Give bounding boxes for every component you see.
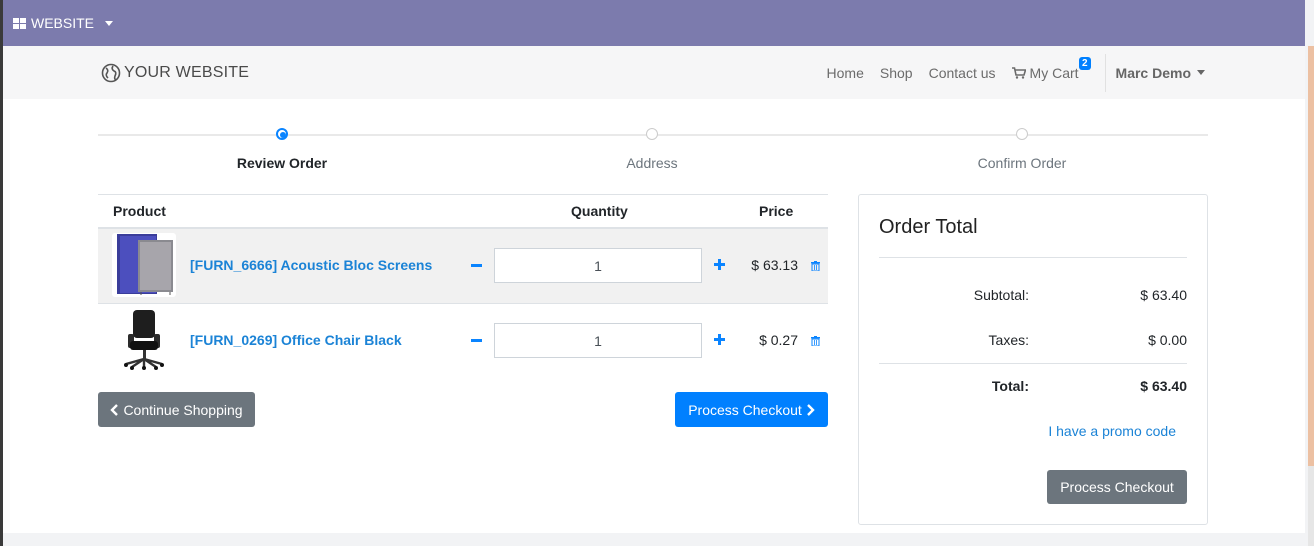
step-address: Address <box>626 155 678 171</box>
nav-contact[interactable]: Contact us <box>929 65 996 81</box>
cart-page: Review Order Address Confirm Order Produ… <box>3 99 1305 533</box>
minus-icon[interactable] <box>471 339 482 342</box>
continue-shopping-label: Continue Shopping <box>123 401 243 418</box>
product-image[interactable] <box>112 233 176 297</box>
table-row: [FURN_6666] Acoustic Bloc Screens $ 63.1… <box>98 229 828 304</box>
site-navbar: YOUR WEBSITE Home Shop Contact us My Car… <box>3 46 1305 100</box>
trash-icon[interactable] <box>811 261 820 271</box>
plus-icon[interactable] <box>714 334 725 345</box>
user-name: Marc Demo <box>1115 64 1191 81</box>
nav-links: Home Shop Contact us My Cart 2 Marc Demo <box>811 46 1205 99</box>
taxes-value: $ 0.00 <box>1148 332 1187 348</box>
cart-icon <box>1011 66 1026 79</box>
office-chair-image <box>124 310 164 370</box>
total-label: Total: <box>991 378 1029 394</box>
nav-divider <box>1104 53 1106 92</box>
step-review-order: Review Order <box>236 155 328 171</box>
order-total-title: Order Total <box>879 216 978 238</box>
nav-home[interactable]: Home <box>827 65 864 81</box>
table-row: [FURN_0269] Office Chair Black $ 0.27 <box>98 304 828 378</box>
total-value: $ 63.40 <box>1140 378 1187 394</box>
step-confirm-order: Confirm Order <box>977 155 1067 171</box>
header-price: Price <box>759 203 794 219</box>
quantity-input[interactable] <box>494 248 702 283</box>
promo-code-link[interactable]: I have a promo code <box>1048 423 1176 439</box>
continue-shopping-button[interactable]: Continue Shopping <box>98 392 255 427</box>
process-checkout-button[interactable]: Process Checkout <box>675 392 828 427</box>
process-checkout-label: Process Checkout <box>688 401 802 418</box>
website-menu[interactable]: WEBSITE <box>13 15 114 31</box>
chevron-down-icon <box>1197 70 1205 75</box>
order-total-card: Order Total Subtotal: $ 63.40 Taxes: $ 0… <box>858 194 1208 525</box>
header-quantity: Quantity <box>571 203 628 219</box>
plus-icon[interactable] <box>714 259 725 270</box>
user-menu[interactable]: Marc Demo <box>1116 65 1205 81</box>
cart-count-badge: 2 <box>1078 56 1091 70</box>
step-dot-review <box>276 128 288 140</box>
brand-logo[interactable]: YOUR WEBSITE <box>101 63 249 83</box>
product-image[interactable] <box>112 308 176 372</box>
chevron-left-icon <box>110 403 119 416</box>
subtotal-label: Subtotal: <box>973 287 1029 303</box>
apps-grid-icon <box>13 17 26 29</box>
line-price: $ 0.27 <box>759 332 798 348</box>
quantity-input[interactable] <box>494 323 702 358</box>
chevron-down-icon <box>105 20 114 26</box>
taxes-label: Taxes: <box>988 332 1029 348</box>
globe-icon <box>101 63 121 83</box>
nav-cart[interactable]: My Cart 2 <box>1011 56 1091 81</box>
product-link[interactable]: [FURN_0269] Office Chair Black <box>190 332 402 348</box>
brand-name: YOUR WEBSITE <box>124 64 250 81</box>
line-price: $ 63.13 <box>751 257 798 273</box>
card-process-checkout-button[interactable]: Process Checkout <box>1047 470 1187 504</box>
step-dot-confirm <box>1016 128 1028 140</box>
acoustic-screen-image <box>117 234 173 295</box>
scrollbar-thumb[interactable] <box>1308 46 1314 466</box>
minus-icon[interactable] <box>471 264 482 267</box>
website-topbar: WEBSITE <box>3 0 1305 46</box>
table-header: Product Quantity Price <box>98 194 828 229</box>
chevron-right-icon <box>806 403 815 416</box>
subtotal-value: $ 63.40 <box>1140 287 1187 303</box>
website-menu-label: WEBSITE <box>31 15 95 31</box>
cart-table: Product Quantity Price [FURN_6666] Acous… <box>98 194 828 378</box>
step-dot-address <box>646 128 658 140</box>
card-divider <box>879 363 1187 364</box>
scrollbar[interactable] <box>1308 46 1314 546</box>
product-link[interactable]: [FURN_6666] Acoustic Bloc Screens <box>190 257 432 273</box>
cart-label: My Cart <box>1029 64 1079 81</box>
header-product: Product <box>113 203 166 219</box>
trash-icon[interactable] <box>811 336 820 346</box>
card-divider <box>879 257 1187 258</box>
nav-shop[interactable]: Shop <box>880 65 913 81</box>
card-process-checkout-label: Process Checkout <box>1060 479 1174 495</box>
